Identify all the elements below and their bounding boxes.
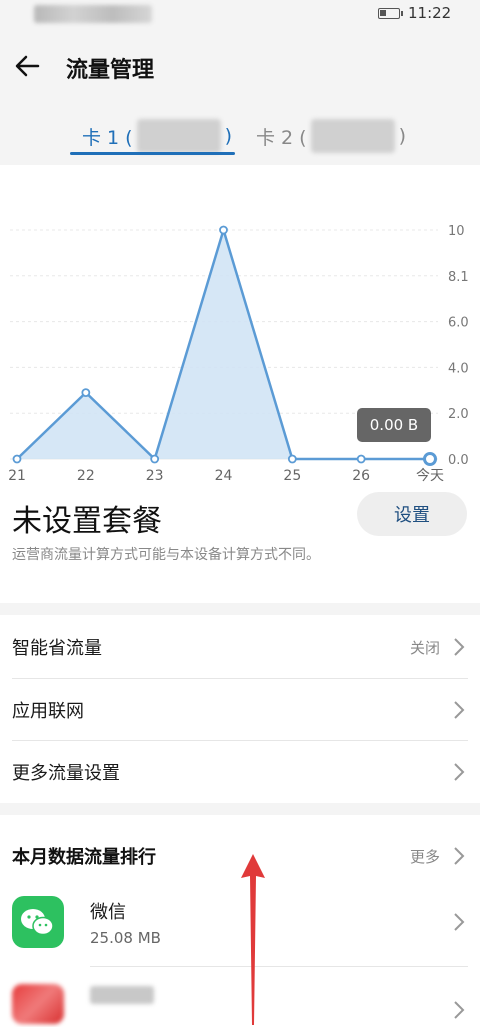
x-tick-label: 23 <box>146 468 164 484</box>
chevron-right-icon <box>454 638 465 656</box>
setup-plan-button[interactable]: 设置 <box>357 492 467 536</box>
section-gap <box>0 803 480 815</box>
tab-sim-2-number-blurred <box>310 119 395 153</box>
y-tick-label: 4.0 <box>448 361 469 376</box>
app-network-label: 应用联网 <box>12 701 84 722</box>
section-gap <box>0 603 480 615</box>
data-point <box>12 454 22 464</box>
y-tick-label: 2.0 <box>448 407 469 422</box>
status-time: 11:22 <box>408 4 452 22</box>
x-tick-label: 24 <box>215 468 233 484</box>
sim-tabs: 卡 1 ( ) 卡 2 ( ) <box>0 112 480 160</box>
ranking-more-label: 更多 <box>409 848 440 866</box>
y-tick-label: 6.0 <box>448 316 469 331</box>
tab-sim-2-prefix: 卡 2 ( <box>256 126 307 149</box>
tab-sim-1-suffix: ) <box>224 125 233 147</box>
tab-sim-2[interactable]: 卡 2 ( ) <box>256 116 406 156</box>
back-arrow-icon[interactable] <box>12 50 44 82</box>
x-tick-label: 今天 <box>416 468 444 484</box>
tab-sim-2-suffix: ) <box>398 125 407 147</box>
chevron-right-icon <box>454 1001 465 1019</box>
smart-data-saver-label: 智能省流量 <box>12 638 102 659</box>
app-bar: 流量管理 <box>0 40 480 96</box>
smart-data-saver-value: 关闭 <box>409 639 440 657</box>
chevron-right-icon <box>454 701 465 719</box>
app-icon-blurred <box>12 984 64 1024</box>
divider <box>90 966 468 967</box>
page-title: 流量管理 <box>66 58 155 83</box>
data-point <box>423 452 437 466</box>
more-data-settings-label: 更多流量设置 <box>12 763 120 784</box>
chevron-right-icon <box>454 763 465 781</box>
data-point <box>150 454 160 464</box>
battery-icon <box>378 8 403 19</box>
active-tab-indicator <box>70 152 235 155</box>
x-tick-label: 25 <box>283 468 301 484</box>
more-data-settings-row[interactable]: 更多流量设置 <box>0 741 480 803</box>
y-tick-label: 10 <box>448 224 465 239</box>
status-bar: 11:22 <box>0 0 480 28</box>
data-point <box>219 225 228 235</box>
chevron-right-icon <box>454 847 465 865</box>
smart-data-saver-row[interactable]: 智能省流量 关闭 <box>0 616 480 678</box>
x-tick-label: 26 <box>352 468 370 484</box>
tooltip-value: 0.00 B <box>370 416 418 434</box>
app-network-row[interactable]: 应用联网 <box>0 679 480 741</box>
data-point <box>81 388 91 397</box>
app-usage: 25.08 MB <box>90 929 161 947</box>
data-point <box>356 454 366 464</box>
y-tick-label: 8.1 <box>448 270 469 285</box>
red-arrow-annotation-icon <box>241 854 265 1025</box>
tab-sim-1-prefix: 卡 1 ( <box>82 126 133 149</box>
usage-chart-svg: 10 8.1 6.0 4.0 2.0 0.0 21 22 23 24 25 26 今天 0.00 B <box>8 224 469 484</box>
carrier-notice: 运营商流量计算方式可能与本设备计算方式不同。 <box>12 547 320 563</box>
tab-sim-1[interactable]: 卡 1 ( ) <box>82 116 232 156</box>
x-tick-label: 22 <box>77 468 95 484</box>
tab-sim-1-number-blurred <box>136 119 221 153</box>
x-tick-label: 21 <box>8 468 26 484</box>
wechat-icon <box>12 896 64 948</box>
y-tick-label: 0.0 <box>448 453 469 468</box>
ranking-title: 本月数据流量排行 <box>12 847 156 868</box>
app-name: 微信 <box>90 902 126 923</box>
plan-title: 未设置套餐 <box>12 504 162 539</box>
chevron-right-icon <box>454 913 465 931</box>
app-name-blurred <box>90 986 154 1004</box>
carrier-info-blurred <box>34 5 152 23</box>
data-point <box>287 454 297 464</box>
usage-chart[interactable]: 10 8.1 6.0 4.0 2.0 0.0 21 22 23 24 25 26 今天 0.00 B <box>0 196 480 486</box>
